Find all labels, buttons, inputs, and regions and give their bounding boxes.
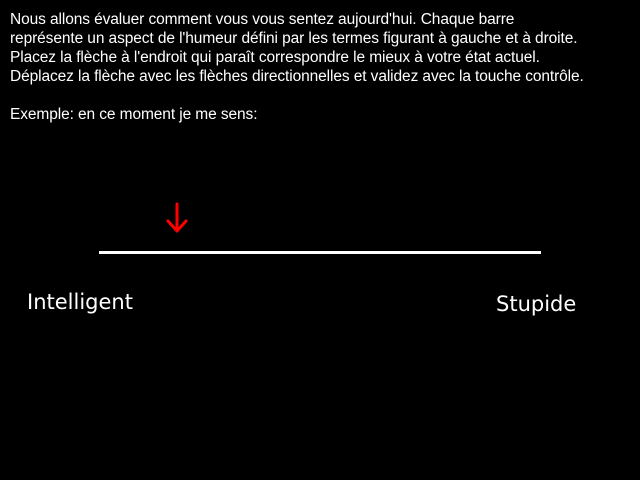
mood-scale-bar[interactable]: [99, 251, 541, 254]
instruction-line-4: Déplacez la flèche avec les flèches dire…: [10, 68, 584, 85]
instruction-line-2: représente un aspect de l'humeur défini …: [10, 30, 578, 47]
scale-left-label: Intelligent: [27, 290, 133, 314]
scale-right-label: Stupide: [496, 292, 577, 316]
instruction-line-1: Nous allons évaluer comment vous vous se…: [10, 11, 515, 28]
arrow-down-icon[interactable]: [165, 202, 189, 236]
example-prompt: Exemple: en ce moment je me sens:: [10, 106, 258, 123]
instructions-text: Nous allons évaluer comment vous vous se…: [10, 10, 630, 124]
instruction-line-3: Placez la flèche à l'endroit qui paraît …: [10, 49, 540, 66]
